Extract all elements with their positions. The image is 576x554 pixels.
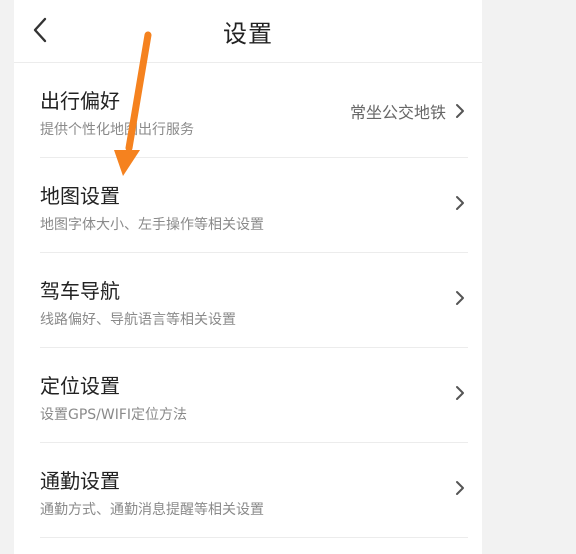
settings-item-subtitle: 线路偏好、导航语言等相关设置 — [40, 312, 236, 328]
settings-screen: 设置 出行偏好 提供个性化地图出行服务 常坐公交地铁 地图设置 地图字体大小、左… — [14, 0, 482, 554]
settings-item-title: 驾车导航 — [40, 279, 120, 303]
chevron-right-icon — [456, 196, 464, 210]
settings-item-title: 地图设置 — [40, 184, 120, 208]
settings-item-subtitle: 设置GPS/WIFI定位方法 — [40, 407, 188, 423]
settings-item-location-settings[interactable]: 定位设置 设置GPS/WIFI定位方法 — [40, 348, 468, 443]
settings-item-subtitle: 提供个性化地图出行服务 — [40, 122, 194, 138]
settings-item-subtitle: 通勤方式、通勤消息提醒等相关设置 — [40, 502, 264, 518]
page-title: 设置 — [223, 20, 273, 48]
settings-item-right — [454, 384, 466, 402]
chevron-right-icon — [456, 104, 464, 118]
settings-item-title: 定位设置 — [40, 374, 120, 398]
header-bar: 设置 — [14, 0, 482, 63]
settings-item-commute-settings[interactable]: 通勤设置 通勤方式、通勤消息提醒等相关设置 — [40, 443, 468, 538]
settings-item-right — [454, 289, 466, 307]
settings-list: 出行偏好 提供个性化地图出行服务 常坐公交地铁 地图设置 地图字体大小、左手操作… — [14, 63, 482, 538]
settings-item-right — [454, 479, 466, 497]
chevron-right-icon — [456, 291, 464, 305]
settings-item-subtitle: 地图字体大小、左手操作等相关设置 — [40, 217, 264, 233]
settings-item-title: 出行偏好 — [40, 89, 120, 113]
settings-item-travel-preference[interactable]: 出行偏好 提供个性化地图出行服务 常坐公交地铁 — [40, 63, 468, 158]
settings-item-value: 常坐公交地铁 — [349, 103, 446, 122]
settings-item-driving-navigation[interactable]: 驾车导航 线路偏好、导航语言等相关设置 — [40, 253, 468, 348]
settings-item-right: 常坐公交地铁 — [350, 99, 466, 123]
chevron-right-icon — [456, 386, 464, 400]
settings-item-title: 通勤设置 — [40, 469, 120, 493]
settings-item-right — [454, 194, 466, 212]
settings-item-map-settings[interactable]: 地图设置 地图字体大小、左手操作等相关设置 — [40, 158, 468, 253]
chevron-right-icon — [456, 481, 464, 495]
